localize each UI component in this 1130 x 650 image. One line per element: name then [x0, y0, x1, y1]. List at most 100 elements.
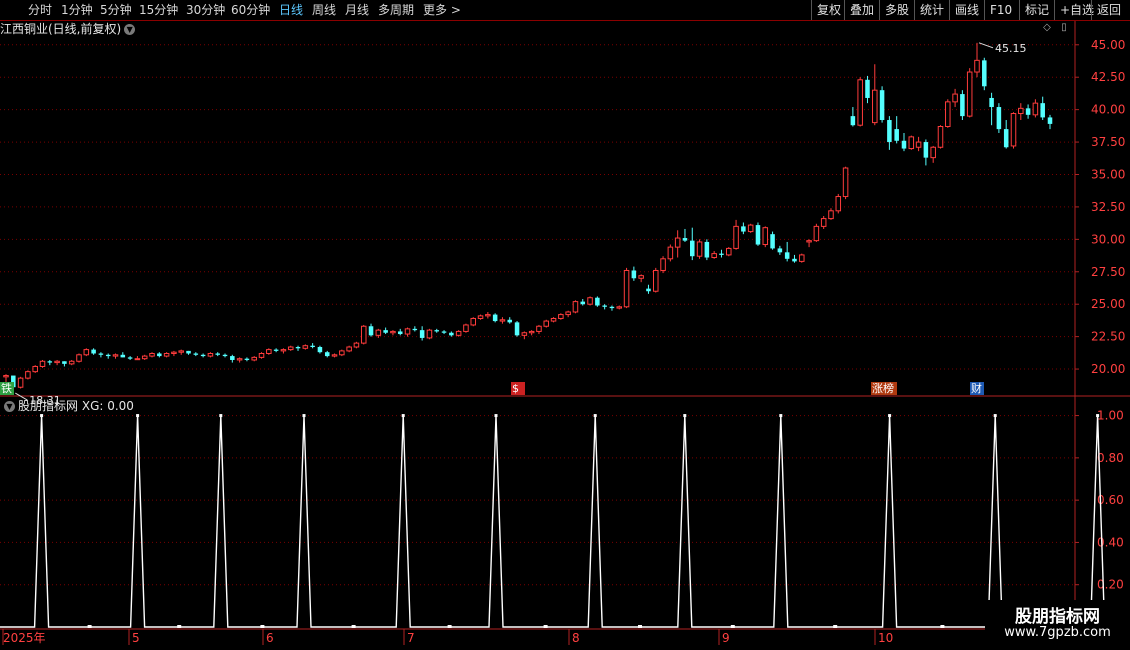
y-tick-label: 42.50 [1091, 70, 1125, 84]
period-tab-4[interactable]: 30分钟 [186, 0, 225, 20]
candle-body [339, 350, 345, 356]
candle-body [1047, 117, 1053, 124]
candle-body [660, 258, 666, 271]
candle-body [383, 330, 388, 333]
candle-body [865, 79, 870, 98]
toolbar-button-8[interactable]: 返回 [1091, 0, 1126, 20]
candle-body [149, 352, 155, 357]
y-tick-label: 0.40 [1097, 535, 1124, 549]
candle-body [930, 146, 936, 159]
dropdown-icon[interactable]: ▼ [4, 401, 15, 412]
candle-body [799, 254, 805, 262]
candle-body [915, 141, 922, 148]
period-tab-2[interactable]: 5分钟 [100, 0, 132, 20]
y-tick-label: 37.50 [1091, 135, 1125, 149]
panel-icon[interactable]: ▯ [1058, 22, 1070, 34]
candle-body [719, 253, 724, 255]
high-label: 45.15 [995, 42, 1026, 55]
candle-body [127, 357, 133, 359]
xg-peak-dot [219, 414, 223, 418]
candle-body [157, 353, 162, 357]
chart-title: 江西铜业(日线,前复权) ▼ [0, 21, 136, 37]
candle-body [923, 142, 929, 158]
candle-body [1040, 103, 1045, 118]
candle-body [609, 306, 615, 309]
candle-body [857, 79, 863, 126]
candle-body [690, 240, 695, 257]
period-tab-7[interactable]: 周线 [312, 0, 336, 20]
candle-body [894, 129, 899, 141]
period-tab-3[interactable]: 15分钟 [139, 0, 178, 20]
candle-body [777, 248, 783, 253]
period-tab-6[interactable]: 日线 [279, 0, 303, 20]
candle-body [682, 238, 688, 241]
candle-body [17, 377, 24, 388]
candle-body [602, 305, 607, 307]
xg-peak-dot [1096, 414, 1100, 418]
candle-body [1003, 129, 1009, 148]
candle-body [76, 354, 82, 362]
y-tick-label: 0.80 [1097, 451, 1124, 465]
xg-peak-dot [683, 414, 687, 418]
candle-body [982, 60, 987, 87]
candle-body [236, 358, 243, 361]
candle-body [324, 352, 330, 357]
x-tick-label: 9 [722, 631, 730, 645]
dropdown-icon[interactable]: ▼ [124, 24, 136, 35]
candle-body [1025, 108, 1031, 115]
event-marker: 铁 [1, 382, 12, 395]
candle-body [741, 226, 746, 232]
candle-body [404, 328, 411, 335]
candle-body [536, 325, 542, 332]
candle-body [105, 354, 111, 357]
candle-body [755, 225, 761, 245]
xg-line [0, 415, 1106, 628]
candle-body [54, 360, 60, 364]
candle-body [492, 314, 498, 322]
candle-body [353, 342, 360, 348]
period-tab-0[interactable]: 分时 [28, 0, 52, 20]
toolbar-button-6[interactable]: 标记 [1019, 0, 1054, 20]
candle-body [222, 354, 228, 357]
toolbar-button-1[interactable]: 叠加 [844, 0, 879, 20]
candle-body [455, 330, 462, 336]
period-tab-8[interactable]: 月线 [345, 0, 369, 20]
candle-body [470, 317, 477, 326]
candle-body [514, 322, 520, 336]
xg-base-dot [351, 625, 356, 628]
candle-body [280, 349, 287, 352]
xg-base-dot [940, 625, 945, 628]
candle-body [952, 93, 958, 103]
x-tick-label: 7 [407, 631, 415, 645]
candle-body [616, 306, 623, 309]
candle-body [32, 365, 38, 373]
candle-body [463, 324, 469, 332]
period-tab-5[interactable]: 60分钟 [231, 0, 270, 20]
toolbar-button-2[interactable]: 多股 [879, 0, 914, 20]
toolbar-button-4[interactable]: 画线 [949, 0, 984, 20]
candle-body [580, 301, 586, 305]
candle-body [207, 352, 214, 357]
candle-body [770, 234, 775, 249]
candle-body [945, 101, 951, 127]
toolbar-button-3[interactable]: 统计 [914, 0, 949, 20]
period-tab-1[interactable]: 1分钟 [61, 0, 93, 20]
candle-body [572, 301, 579, 313]
candle-body [747, 224, 754, 233]
candle-body [792, 258, 797, 262]
toolbar-button-0[interactable]: 复权 [811, 0, 846, 20]
candle-body [638, 275, 644, 279]
period-tab-9[interactable]: 多周期 [378, 0, 414, 20]
xg-base-dot [177, 625, 182, 628]
candle-body [346, 346, 352, 352]
toolbar-button-5[interactable]: F10 [984, 0, 1017, 20]
high-arrow [978, 42, 994, 49]
xg-peak-dot [888, 414, 892, 418]
period-tab-10[interactable]: 更多 > [423, 0, 461, 20]
y-tick-label: 20.00 [1091, 362, 1125, 376]
candle-body [331, 354, 338, 357]
candle-body [842, 167, 849, 198]
candle-body [937, 126, 944, 148]
candle-body [565, 311, 571, 316]
diamond-icon[interactable]: ◇ [1041, 22, 1053, 34]
